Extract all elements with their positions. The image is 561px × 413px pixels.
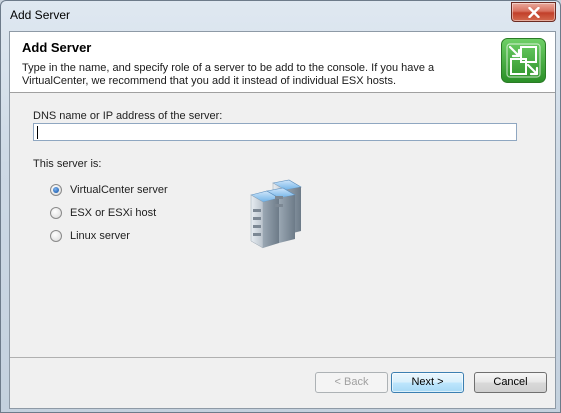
radio-esx-host[interactable]: ESX or ESXi host xyxy=(50,205,156,221)
radio-button-checked[interactable] xyxy=(50,184,62,196)
window-title: Add Server xyxy=(10,8,71,22)
radio-button[interactable] xyxy=(50,230,62,242)
server-stack-icon xyxy=(250,179,302,249)
radio-label-linux-server: Linux server xyxy=(70,230,130,242)
close-button[interactable] xyxy=(511,2,556,22)
add-server-dialog: Add Server Add Server Type in the name, … xyxy=(0,0,561,413)
radio-virtualcenter[interactable]: VirtualCenter server xyxy=(50,182,168,198)
radio-linux-server[interactable]: Linux server xyxy=(50,228,130,244)
server-role-label: This server is: xyxy=(33,158,102,170)
page-description: Type in the name, and specify role of a … xyxy=(22,62,492,88)
radio-label-esx-host: ESX or ESXi host xyxy=(70,207,157,219)
dialog-body: Add Server Type in the name, and specify… xyxy=(9,31,556,409)
description-line-1: Type in the name, and specify role of a … xyxy=(22,62,435,74)
description-line-2: VirtualCenter, we recommend that you add… xyxy=(22,75,397,87)
next-button[interactable]: Next > xyxy=(391,372,464,393)
close-icon xyxy=(527,6,540,18)
server-address-label: DNS name or IP address of the server: xyxy=(33,110,223,122)
title-bar[interactable]: Add Server xyxy=(1,1,560,31)
wizard-header: Add Server Type in the name, and specify… xyxy=(10,32,555,93)
page-title: Add Server xyxy=(22,40,92,55)
back-button[interactable]: < Back xyxy=(315,372,388,393)
radio-button[interactable] xyxy=(50,207,62,219)
add-server-wizard-icon xyxy=(501,38,546,83)
text-caret xyxy=(37,126,38,139)
radio-label-virtualcenter: VirtualCenter server xyxy=(70,184,168,196)
server-address-input[interactable] xyxy=(33,123,517,141)
footer-divider xyxy=(10,357,555,358)
cancel-button[interactable]: Cancel xyxy=(474,372,547,393)
